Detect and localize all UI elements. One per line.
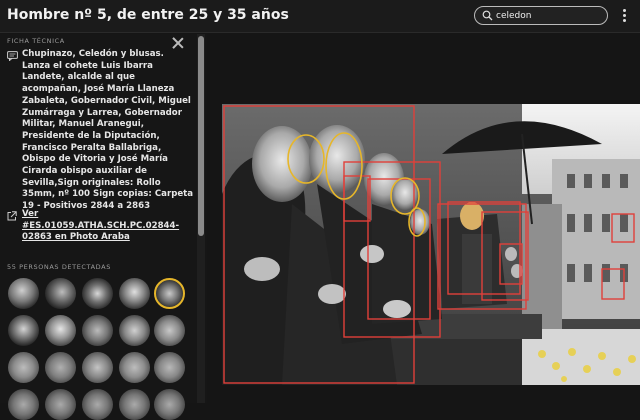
close-icon[interactable] [172, 37, 184, 49]
face-thumbnail[interactable] [154, 315, 185, 346]
section-title: FICHA TÉCNICA [7, 37, 65, 45]
detected-people-title: 55 PERSONAS DETECTADAS [7, 263, 111, 271]
face-thumbnail[interactable] [154, 352, 185, 383]
face-thumbnail[interactable] [82, 389, 113, 420]
scrollbar-thumb[interactable] [198, 36, 204, 236]
photo-description: Chupinazo, Celedón y blusas. Lanza el co… [22, 49, 194, 212]
face-thumbnail[interactable] [8, 389, 39, 420]
face-thumbnail[interactable] [154, 389, 185, 420]
face-thumbnail[interactable] [45, 352, 76, 383]
face-thumbnail[interactable] [119, 389, 150, 420]
search-icon [482, 10, 493, 21]
face-thumbnail[interactable] [8, 315, 39, 346]
more-options-icon[interactable] [619, 8, 629, 24]
face-thumbnail[interactable] [119, 352, 150, 383]
face-thumbnail[interactable] [45, 278, 76, 309]
search-box[interactable] [474, 6, 608, 25]
search-input[interactable] [496, 8, 604, 23]
face-thumbnail-selected[interactable] [154, 278, 185, 309]
external-link-icon [7, 211, 17, 221]
face-thumbnail[interactable] [45, 315, 76, 346]
face-thumbnail[interactable] [119, 315, 150, 346]
face-thumbnail[interactable] [45, 389, 76, 420]
photo-viewer[interactable] [222, 104, 640, 385]
comment-icon [7, 51, 18, 61]
top-bar: Hombre nº 5, de entre 25 y 35 años [0, 0, 640, 33]
face-thumbnail[interactable] [119, 278, 150, 309]
face-thumbnail[interactable] [82, 315, 113, 346]
page-title: Hombre nº 5, de entre 25 y 35 años [7, 7, 289, 23]
face-thumbnail[interactable] [8, 352, 39, 383]
face-thumbnail[interactable] [82, 352, 113, 383]
face-thumbnail[interactable] [82, 278, 113, 309]
source-link[interactable]: Ver #ES.01059.ATHA.SCH.PC.02844-02863 en… [22, 209, 194, 244]
face-thumbnail[interactable] [8, 278, 39, 309]
